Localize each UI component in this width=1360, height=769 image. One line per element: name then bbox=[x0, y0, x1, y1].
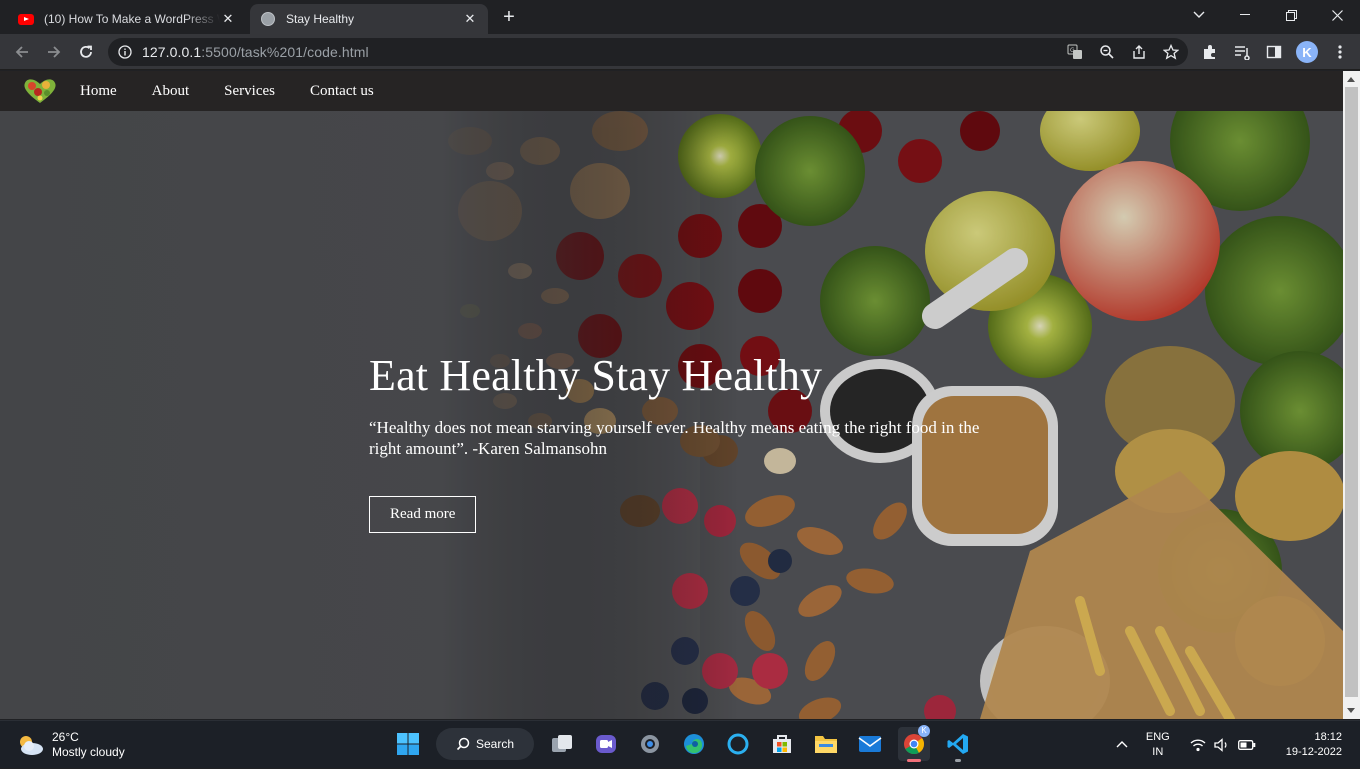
hero-section: Eat Healthy Stay Healthy “Healthy does n… bbox=[0, 111, 1343, 719]
task-view-icon[interactable] bbox=[546, 727, 578, 761]
hero-heading: Eat Healthy Stay Healthy bbox=[369, 351, 823, 400]
system-tray: ENG IN 18:12 19-12-2022 bbox=[1112, 721, 1360, 769]
settings-gear-icon[interactable] bbox=[634, 727, 666, 761]
translate-icon[interactable]: G bbox=[1066, 43, 1084, 61]
reload-icon[interactable] bbox=[74, 40, 98, 64]
nav-link-services[interactable]: Services bbox=[224, 83, 275, 100]
tab-youtube[interactable]: (10) How To Make a WordPress Website ✕ bbox=[8, 4, 246, 34]
battery-icon bbox=[1237, 740, 1256, 750]
page-scrollbar[interactable] bbox=[1343, 71, 1360, 719]
minimize-button[interactable] bbox=[1222, 0, 1268, 30]
cortana-icon[interactable] bbox=[722, 727, 754, 761]
scrollbar-thumb[interactable] bbox=[1345, 87, 1358, 697]
tab-stay-healthy[interactable]: Stay Healthy ✕ bbox=[250, 4, 488, 34]
chrome-profile-badge: K bbox=[918, 725, 930, 737]
file-explorer-icon[interactable] bbox=[810, 727, 842, 761]
search-icon bbox=[456, 737, 470, 751]
weather-temp: 26°C bbox=[52, 730, 79, 744]
hero-content: Eat Healthy Stay Healthy “Healthy does n… bbox=[369, 351, 989, 533]
close-icon[interactable]: ✕ bbox=[220, 11, 236, 27]
tab-search-icon[interactable] bbox=[1176, 0, 1222, 30]
show-hidden-icons-chevron[interactable] bbox=[1112, 739, 1132, 751]
page-viewport: Home About Services Contact us Eat Healt… bbox=[0, 71, 1343, 719]
url-text: 127.0.0.1:5500/task%201/code.html bbox=[142, 44, 369, 60]
nav-link-about[interactable]: About bbox=[152, 83, 190, 100]
back-arrow-icon[interactable] bbox=[10, 40, 34, 64]
youtube-icon bbox=[18, 11, 34, 27]
clock-time: 18:12 bbox=[1314, 731, 1342, 743]
teams-chat-icon[interactable] bbox=[590, 727, 622, 761]
chrome-icon[interactable]: K bbox=[898, 725, 930, 762]
windows-taskbar: 26°C Mostly cloudy Search K ENG IN 18:12… bbox=[0, 720, 1360, 768]
tab-title: (10) How To Make a WordPress Website bbox=[44, 12, 220, 26]
edge-browser-icon[interactable] bbox=[678, 727, 710, 761]
profile-avatar[interactable]: K bbox=[1296, 41, 1318, 63]
vscode-icon[interactable] bbox=[942, 727, 974, 762]
globe-icon bbox=[260, 11, 276, 27]
tab-title: Stay Healthy bbox=[286, 12, 355, 26]
windows-start-icon[interactable] bbox=[392, 727, 424, 761]
wifi-icon bbox=[1190, 739, 1206, 752]
new-tab-button[interactable]: + bbox=[498, 7, 520, 29]
language-indicator[interactable]: ENG IN bbox=[1146, 730, 1170, 760]
address-bar[interactable]: 127.0.0.1:5500/task%201/code.html G bbox=[108, 38, 1188, 66]
info-icon[interactable] bbox=[118, 45, 132, 64]
browser-tab-strip: (10) How To Make a WordPress Website ✕ S… bbox=[0, 0, 1360, 34]
hero-quote: “Healthy does not mean starving yourself… bbox=[369, 418, 980, 458]
side-panel-icon[interactable] bbox=[1264, 41, 1284, 63]
search-label: Search bbox=[476, 737, 515, 751]
reading-list-icon[interactable] bbox=[1232, 41, 1252, 63]
window-controls bbox=[1176, 0, 1360, 30]
forward-arrow-icon[interactable] bbox=[42, 40, 66, 64]
site-navbar: Home About Services Contact us bbox=[0, 71, 1343, 111]
restore-button[interactable] bbox=[1268, 0, 1314, 30]
close-icon[interactable]: ✕ bbox=[462, 11, 478, 27]
nav-link-home[interactable]: Home bbox=[80, 83, 117, 100]
quick-settings[interactable] bbox=[1190, 738, 1256, 752]
extensions-puzzle-icon[interactable] bbox=[1200, 41, 1220, 63]
close-window-button[interactable] bbox=[1314, 0, 1360, 30]
taskbar-apps: Search K bbox=[392, 725, 974, 762]
bookmark-star-icon[interactable] bbox=[1162, 43, 1180, 61]
clock[interactable]: 18:12 19-12-2022 bbox=[1286, 730, 1342, 760]
cloud-sun-icon bbox=[20, 736, 43, 755]
nav-link-contact[interactable]: Contact us bbox=[310, 83, 374, 100]
zoom-icon[interactable] bbox=[1098, 43, 1116, 61]
heart-fruit-logo[interactable] bbox=[22, 77, 58, 105]
taskbar-search[interactable]: Search bbox=[436, 728, 534, 760]
weather-widget[interactable]: 26°C Mostly cloudy bbox=[16, 730, 125, 760]
clock-date: 19-12-2022 bbox=[1285, 746, 1342, 758]
share-icon[interactable] bbox=[1130, 43, 1148, 61]
browser-toolbar: 127.0.0.1:5500/task%201/code.html G K bbox=[0, 34, 1360, 70]
speaker-icon bbox=[1214, 738, 1227, 752]
svg-text:G: G bbox=[1070, 47, 1075, 54]
microsoft-store-icon[interactable] bbox=[766, 727, 798, 761]
read-more-button[interactable]: Read more bbox=[369, 496, 477, 533]
weather-desc: Mostly cloudy bbox=[52, 745, 125, 759]
kebab-menu-icon[interactable] bbox=[1330, 41, 1350, 63]
mail-icon[interactable] bbox=[854, 727, 886, 761]
